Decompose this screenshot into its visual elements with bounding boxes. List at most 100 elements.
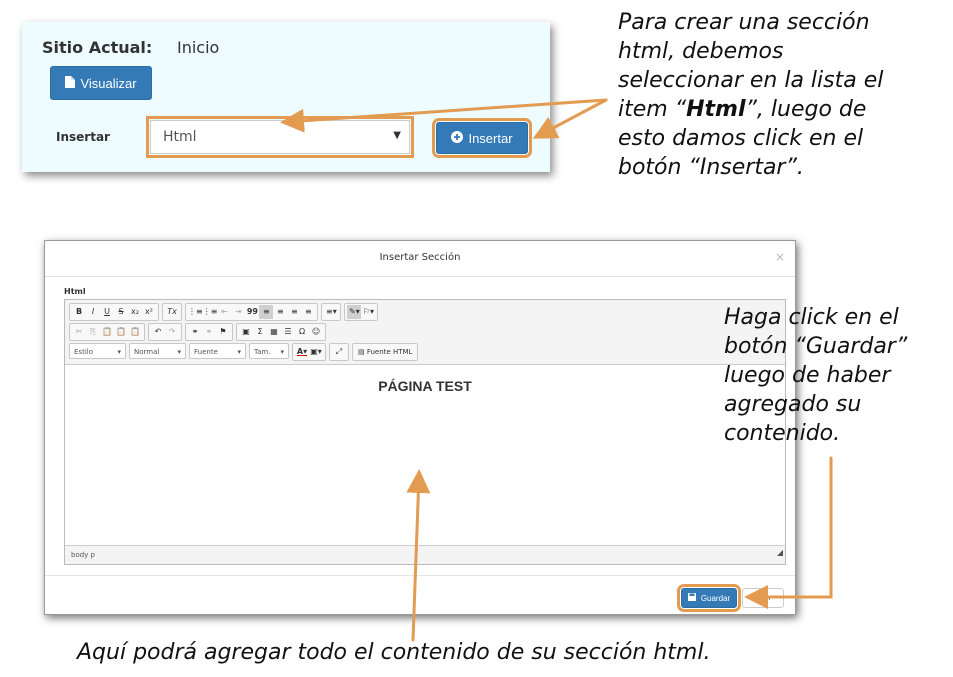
callout-line: seleccionar en la lista el: [618, 68, 884, 93]
spellcheck-button[interactable]: ✎▾: [347, 305, 362, 319]
callout-line: html, debemos: [618, 39, 784, 64]
link-icon[interactable]: ⚭: [188, 325, 202, 339]
insert-button-label: Insertar: [468, 130, 513, 146]
callout-line: Haga click en el: [724, 305, 899, 330]
horizontal-rule-icon[interactable]: ☰: [281, 325, 295, 339]
paste-word-icon[interactable]: 📋: [128, 325, 142, 339]
cut-icon[interactable]: ✂: [72, 325, 86, 339]
callout-line: item “Html”, luego de: [618, 95, 948, 124]
callout-text: ”, luego de: [745, 97, 867, 122]
image-icon[interactable]: ▣: [239, 325, 253, 339]
blockquote-button[interactable]: 99: [245, 305, 259, 319]
floppy-disk-icon: [687, 593, 696, 603]
unlink-icon[interactable]: ⚭: [202, 325, 216, 339]
bg-color-icon[interactable]: ▣▾: [309, 345, 323, 359]
modal-footer: Guardar errar: [45, 575, 795, 614]
text-direction-button[interactable]: ≡▾: [324, 305, 338, 319]
resize-handle-icon[interactable]: ◢: [777, 544, 783, 562]
outdent-button[interactable]: ⇤: [217, 305, 231, 319]
plus-circle-icon: [451, 130, 464, 146]
align-center-button[interactable]: ≡: [273, 305, 287, 319]
visualize-button-label: Visualizar: [80, 75, 137, 91]
align-right-button[interactable]: ≡: [287, 305, 301, 319]
toolbar-group-paragraph: ⋮≡ ⋮≡ ⇤ ⇥ 99 ≡ ≡ ≡ ≡: [185, 303, 319, 321]
callout-bold-text: Html: [686, 97, 746, 122]
text-color-icon[interactable]: A▾: [295, 345, 309, 359]
table-icon[interactable]: ▦: [267, 325, 281, 339]
toolbar-group-links: ⚭ ⚭ ⚑: [185, 323, 233, 341]
callout-line: esto damos click en el: [618, 126, 864, 151]
bullet-list-button[interactable]: ⋮≡: [203, 305, 218, 319]
paste-text-icon[interactable]: 📋: [114, 325, 128, 339]
toolbar-group-direction: ≡▾: [321, 303, 342, 321]
editor-toolbar: B I U S x₂ x² Tx ⋮≡ ⋮≡ ⇤ ⇥ 99 ≡ ≡ ≡ ≡ ≡▾…: [65, 300, 785, 365]
maximize-icon[interactable]: ⤢: [332, 345, 346, 359]
toolbar-row-1: B I U S x₂ x² Tx ⋮≡ ⋮≡ ⇤ ⇥ 99 ≡ ≡ ≡ ≡ ≡▾…: [69, 303, 379, 321]
smiley-icon[interactable]: ☺: [309, 325, 323, 339]
font-combo[interactable]: Fuente ▾: [189, 343, 246, 359]
bold-button[interactable]: B: [72, 305, 86, 319]
callout-line: botón “Guardar”: [724, 334, 908, 359]
toolbar-group-tools: ✎▾ ⚐▾: [344, 303, 379, 321]
superscript-button[interactable]: x²: [142, 305, 156, 319]
modal-header: Insertar Sección ×: [45, 241, 795, 277]
special-char-icon[interactable]: Ω: [295, 325, 309, 339]
toolbar-group-clear: Tx: [162, 303, 182, 321]
insert-button[interactable]: Insertar: [432, 118, 532, 158]
language-button[interactable]: ⚐▾: [361, 305, 375, 319]
insert-label: Insertar: [56, 130, 110, 144]
cancel-button[interactable]: errar: [742, 588, 784, 608]
style-combo[interactable]: Estilo ▾: [69, 343, 126, 359]
undo-icon[interactable]: ↶: [151, 325, 165, 339]
math-icon[interactable]: Σ: [253, 325, 267, 339]
toolbar-group-clipboard: ✂ ⎘ 📋 📋 📋: [69, 323, 145, 341]
justify-button[interactable]: ≡: [301, 305, 315, 319]
file-icon: [65, 75, 76, 91]
callout-line: Para crear una sección: [618, 10, 870, 35]
editor-content-area[interactable]: PÁGINA TEST: [65, 365, 785, 547]
save-button-label: Guardar: [700, 593, 731, 603]
callout-line: luego de haber: [724, 363, 891, 388]
paste-icon[interactable]: 📋: [100, 325, 114, 339]
instruction-callout-bottom: Aquí podrá agregar todo el contenido de …: [77, 640, 711, 665]
chevron-down-icon: ▾: [280, 348, 284, 356]
remove-format-button[interactable]: Tx: [165, 305, 179, 319]
size-combo[interactable]: Tam. ▾: [249, 343, 289, 359]
html-field-label: Html: [64, 287, 86, 296]
indent-button[interactable]: ⇥: [231, 305, 245, 319]
format-combo-label: Normal: [134, 348, 160, 356]
toolbar-group-history: ↶ ↷: [148, 323, 182, 341]
modal-title: Insertar Sección: [379, 252, 461, 263]
insert-type-select[interactable]: Html ▼: [146, 116, 414, 158]
anchor-icon[interactable]: ⚑: [216, 325, 230, 339]
chevron-down-icon: ▾: [237, 348, 241, 356]
style-combo-label: Estilo: [74, 348, 93, 356]
callout-line: contenido.: [724, 421, 841, 446]
toolbar-row-3: Estilo ▾ Normal ▾ Fuente ▾ Tam. ▾ A▾ ▣▾ ⤢ ▤ …: [69, 343, 419, 361]
subscript-button[interactable]: x₂: [128, 305, 142, 319]
source-html-label: Fuente HTML: [366, 348, 413, 356]
cancel-button-label: errar: [754, 594, 772, 602]
site-label: Sitio Actual:: [42, 38, 153, 57]
align-left-button[interactable]: ≡: [259, 305, 274, 319]
content-heading: PÁGINA TEST: [378, 378, 472, 394]
callout-line: botón “Insertar”.: [618, 155, 804, 180]
numbered-list-button[interactable]: ⋮≡: [188, 305, 203, 319]
visualize-button[interactable]: Visualizar: [50, 66, 152, 100]
chevron-down-icon: ▾: [177, 348, 181, 356]
copy-icon[interactable]: ⎘: [86, 325, 100, 339]
instruction-callout-top: Para crear una sección html, debemos sel…: [618, 8, 948, 182]
redo-icon[interactable]: ↷: [165, 325, 179, 339]
toolbar-group-basic: B I U S x₂ x²: [69, 303, 159, 321]
italic-button[interactable]: I: [86, 305, 100, 319]
source-html-button[interactable]: ▤ Fuente HTML: [355, 345, 415, 359]
save-button[interactable]: Guardar: [677, 584, 741, 612]
size-combo-label: Tam.: [254, 348, 271, 356]
editor-statusbar: body p ◢: [65, 545, 785, 564]
format-combo[interactable]: Normal ▾: [129, 343, 186, 359]
underline-button[interactable]: U: [100, 305, 114, 319]
strike-button[interactable]: S: [114, 305, 128, 319]
toolbar-group-source: ▤ Fuente HTML: [352, 343, 419, 361]
element-path: body p: [71, 551, 95, 559]
close-icon[interactable]: ×: [775, 250, 785, 264]
